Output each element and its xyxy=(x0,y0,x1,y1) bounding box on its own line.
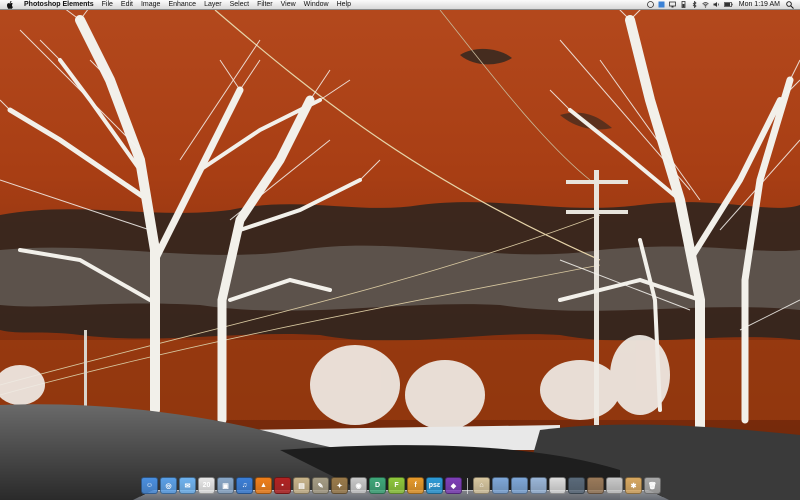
fan-icon[interactable]: ✱ xyxy=(625,477,642,494)
scroll-extra-icon[interactable] xyxy=(646,1,654,8)
home-folder-icon[interactable]: ⌂ xyxy=(473,477,490,494)
preview-icon[interactable]: ▤ xyxy=(293,477,310,494)
image-stack-icon[interactable] xyxy=(587,477,604,494)
vlc-glyph: ▲ xyxy=(260,482,267,489)
preview-glyph: ▤ xyxy=(298,482,305,490)
dock: ☺ ◎ ✉ 20 ▣ ♫ ▲ ▪ ▤ ✎ ✦ ◉ D Ff psε ◆ ⌂ ✱ 🗑 xyxy=(133,472,669,500)
ical-icon[interactable]: 20 xyxy=(198,477,215,494)
finder-icon[interactable]: ☺ xyxy=(141,477,158,494)
trash-icon[interactable]: 🗑 xyxy=(644,477,661,494)
finder-glyph: ☺ xyxy=(145,482,154,489)
dock-apps: ☺ ◎ ✉ 20 ▣ ♫ ▲ ▪ ▤ ✎ ✦ ◉ D Ff psε ◆ xyxy=(141,477,462,494)
menu-layer[interactable]: Layer xyxy=(200,0,226,10)
menu-filter[interactable]: Filter xyxy=(253,0,277,10)
photobooth-icon[interactable]: ▪ xyxy=(274,477,291,494)
menu-enhance[interactable]: Enhance xyxy=(164,0,200,10)
drive-icon[interactable] xyxy=(606,477,623,494)
menu-clock[interactable]: Mon 1:19 AM xyxy=(737,1,782,8)
menu-bar-left: Photoshop Elements File Edit Image Enhan… xyxy=(0,0,355,10)
iphoto-glyph: ▣ xyxy=(222,482,229,490)
media-app-glyph: ◆ xyxy=(450,482,457,490)
dock-separator xyxy=(467,478,468,494)
menu-bar: Photoshop Elements File Edit Image Enhan… xyxy=(0,0,800,10)
utility-icon[interactable]: ✦ xyxy=(331,477,348,494)
downloads-stack-icon[interactable] xyxy=(530,477,547,494)
apple-menu-icon[interactable] xyxy=(6,0,14,9)
ichat-icon[interactable]: ✉ xyxy=(179,477,196,494)
media-app-icon[interactable]: ◆ xyxy=(445,477,462,494)
screenshot-glyph: ◉ xyxy=(355,482,362,490)
documents-folder-icon[interactable] xyxy=(511,477,528,494)
screenshot-icon[interactable]: ◉ xyxy=(350,477,367,494)
fireworks-icon[interactable]: F xyxy=(388,477,405,494)
bluetooth-icon[interactable] xyxy=(691,1,698,8)
applications-folder-icon[interactable] xyxy=(492,477,509,494)
battery-level-icon[interactable] xyxy=(723,1,733,8)
minimized-window-icon[interactable] xyxy=(568,477,585,494)
desktop-wallpaper xyxy=(0,0,800,500)
itunes-icon[interactable]: ♫ xyxy=(236,477,253,494)
menu-image[interactable]: Image xyxy=(137,0,164,10)
script-editor-icon[interactable]: ✎ xyxy=(312,477,329,494)
wifi-icon[interactable] xyxy=(702,1,709,8)
menu-edit[interactable]: Edit xyxy=(117,0,137,10)
app-menu[interactable]: Photoshop Elements xyxy=(20,0,98,10)
menu-extras: Mon 1:19 AM xyxy=(646,0,800,10)
dreamweaver-icon[interactable]: D xyxy=(369,477,386,494)
ical-glyph: 20 xyxy=(202,482,211,489)
spotlight-search-icon[interactable] xyxy=(786,0,794,9)
trash-glyph: 🗑 xyxy=(648,482,657,490)
flash-glyph: f xyxy=(414,482,417,489)
utility-glyph: ✦ xyxy=(336,482,343,490)
photobooth-glyph: ▪ xyxy=(281,482,284,489)
photoshop-elements-glyph: psε xyxy=(428,482,441,489)
menu-help[interactable]: Help xyxy=(333,0,355,10)
display-icon[interactable] xyxy=(668,1,676,8)
menu-file[interactable]: File xyxy=(98,0,117,10)
script-editor-glyph: ✎ xyxy=(317,482,324,490)
dreamweaver-glyph: D xyxy=(374,482,381,489)
dock-icons: ☺ ◎ ✉ 20 ▣ ♫ ▲ ▪ ▤ ✎ ✦ ◉ D Ff psε ◆ ⌂ ✱ 🗑 xyxy=(141,474,661,494)
menu-window[interactable]: Window xyxy=(300,0,333,10)
iphoto-icon[interactable]: ▣ xyxy=(217,477,234,494)
vlc-icon[interactable]: ▲ xyxy=(255,477,272,494)
menu-view[interactable]: View xyxy=(277,0,300,10)
itunes-glyph: ♫ xyxy=(241,482,248,489)
volume-icon[interactable] xyxy=(713,1,720,8)
ichat-glyph: ✉ xyxy=(184,482,191,490)
photoshop-elements-icon[interactable]: psε xyxy=(426,477,443,494)
safari-icon[interactable]: ◎ xyxy=(160,477,177,494)
menu-select[interactable]: Select xyxy=(226,0,253,10)
spaces-icon[interactable] xyxy=(658,1,665,8)
home-folder-glyph: ⌂ xyxy=(479,482,484,489)
desktop: Photoshop Elements File Edit Image Enhan… xyxy=(0,0,800,500)
fan-glyph: ✱ xyxy=(630,482,637,490)
safari-glyph: ◎ xyxy=(165,482,172,490)
battery-icon[interactable] xyxy=(680,1,687,8)
dock-folders: ⌂ ✱ 🗑 xyxy=(473,477,661,494)
fireworks-glyph: F xyxy=(394,482,399,489)
flash-icon[interactable]: f xyxy=(407,477,424,494)
screen-capture-icon[interactable] xyxy=(549,477,566,494)
